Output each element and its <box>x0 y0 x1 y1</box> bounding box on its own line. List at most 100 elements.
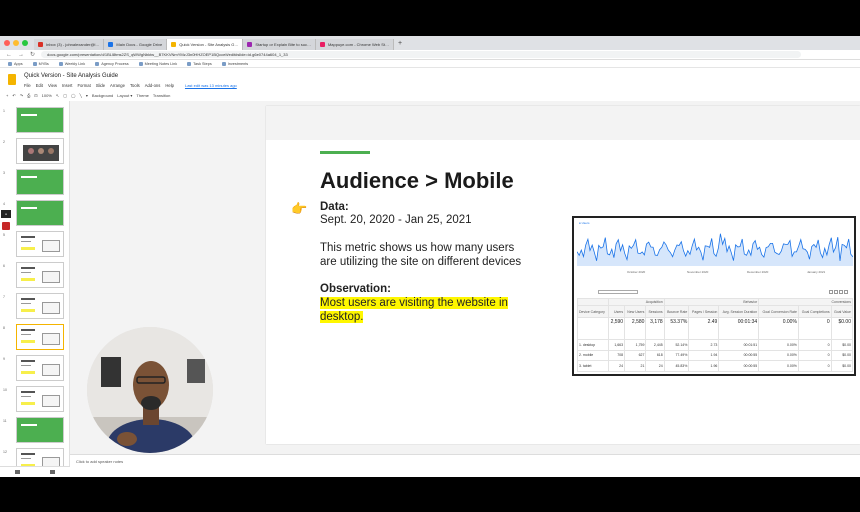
column-header[interactable]: Goal Value <box>830 305 854 318</box>
bar-icon[interactable] <box>839 290 843 294</box>
bookmark[interactable]: Weekly Link <box>58 61 85 66</box>
slides-logo-icon[interactable] <box>8 74 16 85</box>
slide-thumbnail[interactable] <box>16 107 64 133</box>
slide-thumbnail[interactable] <box>16 169 64 195</box>
bookmark[interactable]: Apps <box>8 61 23 66</box>
redo-icon[interactable]: ↷ <box>20 93 23 98</box>
table-row[interactable]: 2. mobile 708 627 618 77.49% 1.94 00:00:55 0.00… <box>577 349 854 362</box>
column-header[interactable]: Goal Completions <box>797 305 832 318</box>
grid-view-icon[interactable] <box>15 470 20 474</box>
slide-thumbnail[interactable] <box>16 138 64 164</box>
compare-icon[interactable] <box>844 290 848 294</box>
back-icon[interactable]: ← <box>6 52 12 58</box>
filmstrip-slide[interactable]: 7 <box>3 293 67 319</box>
last-edit-link[interactable]: Last edit was 13 minutes ago <box>185 83 237 88</box>
column-header[interactable]: Pages / Session <box>688 305 720 318</box>
menu-view[interactable]: View <box>48 83 57 88</box>
shape-icon[interactable]: ◯ <box>71 93 75 98</box>
menu-help[interactable]: Help <box>165 83 174 88</box>
filmstrip-slide[interactable]: 10 <box>3 386 67 412</box>
document-title[interactable]: Quick Version - Site Analysis Guide <box>24 73 118 79</box>
transition-button[interactable]: Transition <box>153 93 170 98</box>
column-header[interactable]: Users <box>607 305 626 318</box>
slide-thumbnail[interactable] <box>16 293 64 319</box>
slide-thumbnail[interactable] <box>16 231 64 257</box>
browser-tab[interactable]: Main Docs - Google Drive <box>104 39 168 50</box>
reload-icon[interactable]: ↻ <box>30 51 35 58</box>
column-header[interactable]: Sessions <box>645 305 665 318</box>
textbox-icon[interactable]: ▢ <box>63 93 67 98</box>
column-header[interactable]: Goal Conversion Rate <box>758 305 799 318</box>
filmstrip-slide[interactable]: 9 <box>3 355 67 381</box>
filmstrip-slide[interactable]: 4 <box>3 200 67 226</box>
url-input[interactable]: docs.google.com/presentation/d/1BLl8tms2… <box>41 51 802 58</box>
menu-arrange[interactable]: Arrange <box>110 83 125 88</box>
zoom-select[interactable]: 100% <box>42 93 52 98</box>
background-button[interactable]: Background <box>92 93 113 98</box>
slide-thumbnail[interactable] <box>16 417 64 443</box>
browser-tab[interactable]: Mappuye.com - Chrome Web St… <box>315 39 395 50</box>
minimize-window-icon[interactable] <box>13 40 19 46</box>
new-slide-button[interactable]: + <box>6 93 8 98</box>
thumb-title-line <box>21 453 35 455</box>
bookmark-label: Agency Process <box>101 61 129 66</box>
browser-tab-active[interactable]: Quick Version - Site Analysis G… <box>167 39 244 50</box>
layout-button[interactable]: Layout ▾ <box>117 93 132 98</box>
pie-icon[interactable] <box>834 290 838 294</box>
line-icon[interactable]: ╲ <box>79 93 81 98</box>
print-icon[interactable]: ⎙ <box>27 93 30 98</box>
slide-thumbnail[interactable] <box>16 200 64 226</box>
paint-format-icon[interactable]: ⊡ <box>34 93 37 98</box>
tab-label: Startup or Explain Bite to suc… <box>255 42 311 47</box>
close-window-icon[interactable] <box>4 40 10 46</box>
table-cell: 00:00:55 <box>718 360 760 372</box>
maximize-window-icon[interactable] <box>22 40 28 46</box>
menu-add-ons[interactable]: Add-ons <box>145 83 161 88</box>
slide-thumbnail[interactable] <box>16 355 64 381</box>
filmstrip-view-icon[interactable] <box>50 470 55 474</box>
bookmark[interactable]: Agency Process <box>95 61 129 66</box>
select-tool-icon[interactable]: ↖ <box>56 93 59 98</box>
menu-insert[interactable]: Insert <box>62 83 72 88</box>
slide-editor[interactable]: Audience > Mobile 👉 Data: Sept. 20, 2020… <box>266 106 860 444</box>
slide-title[interactable]: Audience > Mobile <box>320 168 514 194</box>
menu-tools[interactable]: Tools <box>130 83 140 88</box>
browser-tab[interactable]: Startup or Explain Bite to suc… <box>243 39 316 50</box>
filmstrip-slide[interactable]: 1 <box>3 107 67 133</box>
column-header[interactable]: Bounce Rate <box>663 305 690 318</box>
column-header[interactable]: Device Category <box>577 305 609 318</box>
bookmark[interactable]: MYBs <box>32 61 49 66</box>
filmstrip-slide[interactable]: 11 <box>3 417 67 443</box>
forward-icon[interactable]: → <box>18 52 24 58</box>
filmstrip-slide[interactable]: 2 <box>3 138 67 164</box>
undo-icon[interactable]: ↶ <box>12 93 15 98</box>
new-tab-icon[interactable]: + <box>398 40 402 47</box>
column-header[interactable]: Avg. Session Duration <box>718 305 760 318</box>
analytics-screenshot[interactable]: ● Users October 2020 November 2020 Decembe… <box>572 216 856 376</box>
theme-button[interactable]: Theme <box>136 93 148 98</box>
line-dropdown-icon[interactable]: ▾ <box>86 93 88 98</box>
secondary-dimension-select[interactable] <box>598 290 638 294</box>
column-header[interactable]: New Users <box>624 305 647 318</box>
bookmark[interactable]: Meeting Notes Link <box>138 61 177 66</box>
filmstrip-slide[interactable]: 6 <box>3 262 67 288</box>
slide-thumbnail[interactable] <box>16 324 64 350</box>
bookmark[interactable]: Investments <box>221 61 248 66</box>
total-cell: 0.00% <box>758 317 799 340</box>
table-row[interactable]: 1. desktop 1,663 1,759 2,445 52.14% 2.73 00:01… <box>577 339 854 351</box>
browser-tab[interactable]: Inbox (3) - johnalexander@l… <box>34 39 105 50</box>
grid-icon[interactable] <box>829 290 833 294</box>
speaker-notes[interactable]: Click to add speaker notes <box>70 454 860 477</box>
menu-slide[interactable]: Slide <box>96 83 105 88</box>
bookmark[interactable]: Task Steps <box>187 61 212 66</box>
menu-format[interactable]: Format <box>77 83 90 88</box>
record-stop-icon[interactable] <box>2 222 10 230</box>
slide-thumbnail[interactable] <box>16 386 64 412</box>
filmstrip-slide[interactable]: 5 <box>3 231 67 257</box>
menu-file[interactable]: File <box>24 83 31 88</box>
filmstrip-slide[interactable]: 8 <box>3 324 67 350</box>
slide-thumbnail[interactable] <box>16 262 64 288</box>
table-row[interactable]: 3. tablet 24 21 24 45.83% 1.96 00:00:55 0.00% 0 $… <box>577 360 854 372</box>
filmstrip-slide[interactable]: 3 <box>3 169 67 195</box>
menu-edit[interactable]: Edit <box>36 83 43 88</box>
